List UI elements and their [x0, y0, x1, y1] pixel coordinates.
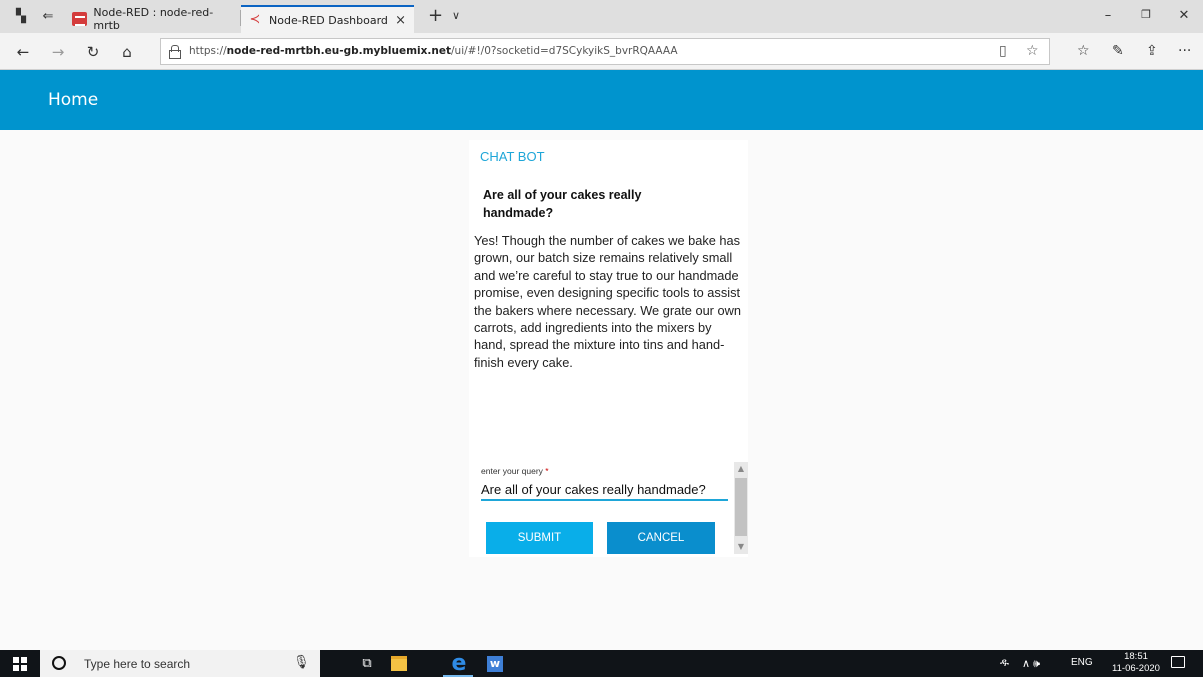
close-tab-icon[interactable]: × [395, 13, 406, 28]
submit-button[interactable]: SUBMIT [486, 522, 593, 554]
task-view-icon[interactable]: ⧉ [357, 654, 377, 673]
tab-node-red-dashboard[interactable]: ≺ Node-RED Dashboard × [241, 5, 414, 33]
navigation-bar: ← → ↻ ⌂ https://node-red-mrtbh.eu-gb.myb… [0, 33, 1203, 70]
new-tab-icon[interactable]: + [428, 5, 443, 26]
answer-text: Yes! Though the number of cakes we bake … [474, 233, 741, 370]
tray-overflow-volume-icons[interactable]: ∧ 🕪 [1022, 657, 1040, 671]
set-aside-tabs-icon[interactable]: ⇐ [40, 9, 56, 24]
edge-browser-icon[interactable]: e [449, 651, 469, 676]
notification-icon[interactable] [1171, 656, 1185, 668]
microphone-icon[interactable]: 🎙 [293, 655, 310, 670]
lock-icon [169, 45, 181, 59]
scroll-thumb[interactable] [735, 478, 747, 536]
more-icon[interactable]: ··· [1178, 43, 1191, 59]
dashboard-header: Home [0, 70, 1203, 130]
favorites-hub-icon[interactable]: ☆ [1077, 43, 1090, 59]
favorite-star-icon[interactable]: ☆ [1026, 43, 1039, 59]
people-icon[interactable]: ዱ [1000, 657, 1009, 670]
language-indicator[interactable]: ENG [1071, 657, 1093, 668]
node-red-icon [72, 12, 88, 26]
tab-manager-icon[interactable]: ▚ [13, 9, 29, 24]
windows-start-icon[interactable] [13, 657, 27, 671]
tab-bar: ▚ ⇐ Node-RED : node-red-mrtb ≺ Node-RED … [0, 0, 1203, 33]
restore-icon[interactable]: ❐ [1136, 8, 1156, 21]
windows-taskbar: Type here to search 🎙 ⧉ e ዱ ∧ 🕪 ENG 18:5… [0, 650, 1203, 677]
query-input[interactable] [481, 479, 728, 501]
forward-icon[interactable]: → [49, 43, 67, 61]
back-icon[interactable]: ← [14, 43, 32, 61]
tab-node-red[interactable]: Node-RED : node-red-mrtb [66, 5, 240, 33]
page-title: Home [48, 90, 99, 110]
tab-title: Node-RED : node-red-mrtb [93, 6, 214, 32]
cortana-icon [52, 656, 66, 670]
notes-pen-icon[interactable]: ✎ [1112, 43, 1124, 59]
scroll-down-icon[interactable]: ▼ [734, 540, 748, 554]
question-text: Are all of your cakes really handmade? [483, 188, 642, 220]
search-placeholder: Type here to search [84, 657, 191, 671]
taskbar-search-box[interactable]: Type here to search 🎙 [40, 650, 320, 677]
app-icon[interactable] [485, 654, 505, 673]
url-text: https://node-red-mrtbh.eu-gb.mybluemix.n… [189, 45, 678, 57]
minimize-icon[interactable]: – [1098, 8, 1118, 23]
scrollbar[interactable]: ▲ ▼ [734, 462, 748, 554]
file-explorer-icon[interactable] [389, 654, 409, 673]
tab-title: Node-RED Dashboard [269, 13, 388, 27]
home-icon[interactable]: ⌂ [118, 43, 136, 61]
share-icon[interactable]: ⇪ [1146, 43, 1158, 59]
address-bar[interactable]: https://node-red-mrtbh.eu-gb.mybluemix.n… [160, 38, 1050, 65]
reading-view-icon[interactable]: ▯ [999, 43, 1007, 59]
chat-bot-card: CHAT BOT Are all of your cakes really ha… [469, 140, 748, 557]
system-clock[interactable]: 18:51 11-06-2020 [1111, 651, 1161, 675]
refresh-icon[interactable]: ↻ [84, 43, 102, 61]
tab-menu-chevron-icon[interactable]: ∨ [452, 9, 460, 22]
close-window-icon[interactable]: ✕ [1174, 8, 1194, 23]
query-input-label: enter your query * [481, 466, 549, 476]
card-title: CHAT BOT [480, 149, 545, 164]
cancel-button[interactable]: CANCEL [607, 522, 715, 554]
scroll-up-icon[interactable]: ▲ [734, 462, 748, 476]
node-red-dashboard-icon: ≺ [249, 12, 261, 27]
